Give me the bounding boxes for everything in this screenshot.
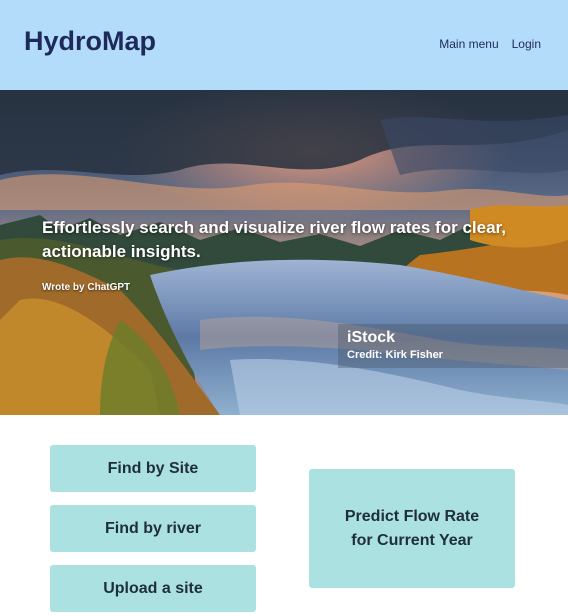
- site-header: HydroMap Main menu Login: [0, 0, 568, 90]
- stock-watermark: iStock Credit: Kirk Fisher: [338, 324, 568, 368]
- predict-flow-line2: for Current Year: [351, 531, 473, 549]
- top-nav: Main menu Login: [439, 37, 541, 51]
- hero-attribution: Wrote by ChatGPT: [42, 282, 131, 293]
- nav-main-menu[interactable]: Main menu: [439, 37, 498, 51]
- upload-site-button[interactable]: Upload a site: [50, 565, 256, 612]
- hero-banner: Effortlessly search and visualize river …: [0, 90, 568, 415]
- photo-credit: Credit: Kirk Fisher: [347, 349, 443, 361]
- predict-flow-label: Predict Flow Rate for Current Year: [345, 505, 479, 553]
- app-logo[interactable]: HydroMap: [24, 26, 156, 57]
- istock-logo: iStock: [347, 329, 396, 346]
- predict-flow-rate-button[interactable]: Predict Flow Rate for Current Year: [309, 469, 515, 588]
- hero-tagline: Effortlessly search and visualize river …: [42, 218, 506, 261]
- predict-flow-line1: Predict Flow Rate: [344, 507, 480, 525]
- find-by-river-button[interactable]: Find by river: [50, 505, 256, 552]
- find-by-site-button[interactable]: Find by Site: [50, 445, 256, 492]
- nav-login[interactable]: Login: [512, 37, 541, 51]
